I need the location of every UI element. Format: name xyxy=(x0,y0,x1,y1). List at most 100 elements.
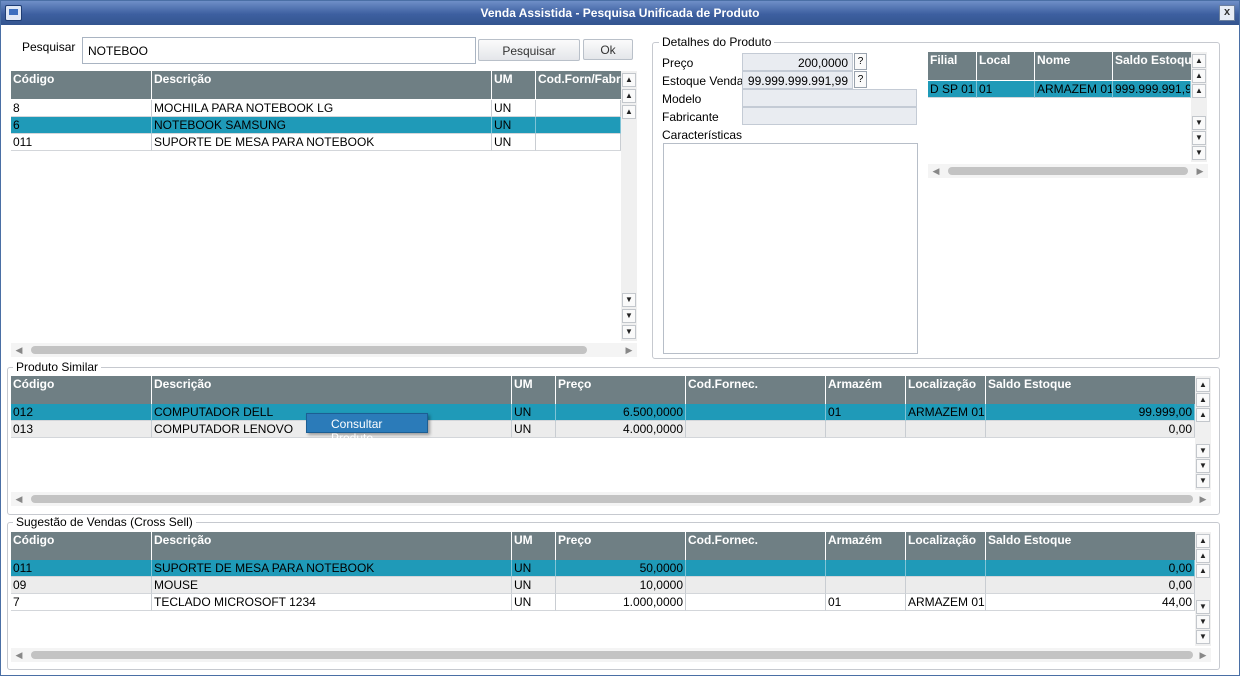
right-arrow-icon[interactable]: ▶ xyxy=(1197,492,1209,506)
col-armazem[interactable]: Armazém xyxy=(826,376,906,404)
cell-descricao: SUPORTE DE MESA PARA NOTEBOOK xyxy=(152,560,512,577)
similar-grid-vscroll[interactable]: ▲ ▲ ▲ ▼ ▼ ▼ xyxy=(1195,376,1211,490)
col-cod-fornec[interactable]: Cod.Fornec. xyxy=(686,532,826,560)
left-arrow-icon[interactable]: ◀ xyxy=(930,164,942,178)
double-down-arrow-icon[interactable]: ▼ xyxy=(1192,146,1206,160)
col-um[interactable]: UM xyxy=(512,532,556,560)
col-local[interactable]: Local xyxy=(977,52,1035,80)
stock-grid-vscroll[interactable]: ▲ ▲ ▲ ▼ ▼ ▼ xyxy=(1191,52,1207,162)
cell-cod-fornec xyxy=(686,421,826,438)
cross-sell-grid-vscroll[interactable]: ▲ ▲ ▲ ▼ ▼ ▼ xyxy=(1195,532,1211,646)
cell-filial: D SP 01 xyxy=(928,81,977,98)
ok-button[interactable]: Ok xyxy=(583,39,633,60)
down-arrow-icon[interactable]: ▼ xyxy=(1196,444,1210,458)
double-up-arrow-icon[interactable]: ▲ xyxy=(622,89,636,103)
down-arrow-icon[interactable]: ▼ xyxy=(622,293,636,307)
cell-localizacao xyxy=(906,560,986,577)
col-saldo[interactable]: Saldo Estoque xyxy=(1113,52,1191,80)
double-up-arrow-icon[interactable]: ▲ xyxy=(1196,549,1210,563)
scroll-thumb[interactable] xyxy=(31,346,587,354)
table-row[interactable]: 09 MOUSE UN 10,0000 0,00 xyxy=(11,577,1195,594)
cell-cod-forn xyxy=(536,117,621,134)
context-menu-consultar-produto[interactable]: Consultar Produto xyxy=(306,413,428,445)
product-grid-hscroll[interactable]: ◀ ▶ xyxy=(11,343,637,357)
double-down-arrow-icon[interactable]: ▼ xyxy=(1196,630,1210,644)
price-help-button[interactable]: ? xyxy=(854,53,867,70)
double-down-arrow-icon[interactable]: ▼ xyxy=(622,325,636,339)
scroll-thumb[interactable] xyxy=(948,167,1188,175)
table-row-selected[interactable]: 011 SUPORTE DE MESA PARA NOTEBOOK UN 50,… xyxy=(11,560,1195,577)
similar-grid-hscroll[interactable]: ◀ ▶ xyxy=(11,492,1211,506)
col-cod-forn[interactable]: Cod.Forn/Fabric xyxy=(536,71,621,99)
double-up-arrow-icon[interactable]: ▲ xyxy=(622,73,636,87)
right-arrow-icon[interactable]: ▶ xyxy=(623,343,635,357)
stock-grid-hscroll[interactable]: ◀ ▶ xyxy=(928,164,1208,178)
table-row-selected[interactable]: 6 NOTEBOOK SAMSUNG UN xyxy=(11,117,621,134)
col-preco[interactable]: Preço xyxy=(556,532,686,560)
stock-grid[interactable]: Filial Local Nome Saldo Estoque D SP 01 … xyxy=(928,52,1191,162)
double-down-arrow-icon[interactable]: ▼ xyxy=(1192,131,1206,145)
table-row[interactable]: 013 COMPUTADOR LENOVO UN 4.000,0000 0,00 xyxy=(11,421,1195,438)
up-arrow-icon[interactable]: ▲ xyxy=(1196,564,1210,578)
right-arrow-icon[interactable]: ▶ xyxy=(1194,164,1206,178)
features-textarea[interactable] xyxy=(663,143,918,354)
up-arrow-icon[interactable]: ▲ xyxy=(1192,84,1206,98)
scroll-thumb[interactable] xyxy=(31,651,1193,659)
double-up-arrow-icon[interactable]: ▲ xyxy=(1192,54,1206,68)
cell-saldo: 999.999.991,99 xyxy=(1113,81,1191,98)
col-nome[interactable]: Nome xyxy=(1035,52,1113,80)
col-um[interactable]: UM xyxy=(512,376,556,404)
up-arrow-icon[interactable]: ▲ xyxy=(622,105,636,119)
col-codigo[interactable]: Código xyxy=(11,376,152,404)
double-up-arrow-icon[interactable]: ▲ xyxy=(1196,393,1210,407)
double-down-arrow-icon[interactable]: ▼ xyxy=(1196,459,1210,473)
table-row[interactable]: 011 SUPORTE DE MESA PARA NOTEBOOK UN xyxy=(11,134,621,151)
table-row[interactable]: 8 MOCHILA PARA NOTEBOOK LG UN xyxy=(11,100,621,117)
double-up-arrow-icon[interactable]: ▲ xyxy=(1196,534,1210,548)
cross-sell-grid-hscroll[interactable]: ◀ ▶ xyxy=(11,648,1211,662)
double-down-arrow-icon[interactable]: ▼ xyxy=(1196,615,1210,629)
col-descricao[interactable]: Descrição xyxy=(152,376,512,404)
down-arrow-icon[interactable]: ▼ xyxy=(1192,116,1206,130)
col-localizacao[interactable]: Localização xyxy=(906,376,986,404)
col-saldo[interactable]: Saldo Estoque xyxy=(986,532,1195,560)
col-localizacao[interactable]: Localização xyxy=(906,532,986,560)
col-codigo[interactable]: Código xyxy=(11,71,152,99)
maker-label: Fabricante xyxy=(662,110,719,124)
close-button[interactable]: x xyxy=(1219,5,1235,21)
right-arrow-icon[interactable]: ▶ xyxy=(1197,648,1209,662)
double-down-arrow-icon[interactable]: ▼ xyxy=(1196,474,1210,488)
cell-descricao: SUPORTE DE MESA PARA NOTEBOOK xyxy=(152,134,492,151)
col-armazem[interactable]: Armazém xyxy=(826,532,906,560)
search-input[interactable]: NOTEBOO xyxy=(82,37,476,64)
left-arrow-icon[interactable]: ◀ xyxy=(13,343,25,357)
table-row[interactable]: 7 TECLADO MICROSOFT 1234 UN 1.000,0000 0… xyxy=(11,594,1195,611)
product-grid-vscroll[interactable]: ▲ ▲ ▲ ▼ ▼ ▼ xyxy=(621,71,637,341)
cell-preco: 50,0000 xyxy=(556,560,686,577)
product-grid[interactable]: Código Descrição UM Cod.Forn/Fabric 8 MO… xyxy=(11,71,621,341)
down-arrow-icon[interactable]: ▼ xyxy=(1196,600,1210,614)
col-codigo[interactable]: Código xyxy=(11,532,152,560)
table-row-selected[interactable]: D SP 01 01 ARMAZEM 01 999.999.991,99 xyxy=(928,81,1191,98)
similar-grid[interactable]: Código Descrição UM Preço Cod.Fornec. Ar… xyxy=(11,376,1195,490)
left-arrow-icon[interactable]: ◀ xyxy=(13,648,25,662)
table-row-selected[interactable]: 012 COMPUTADOR DELL UN 6.500,0000 01 ARM… xyxy=(11,404,1195,421)
col-saldo[interactable]: Saldo Estoque xyxy=(986,376,1195,404)
col-filial[interactable]: Filial xyxy=(928,52,977,80)
col-descricao[interactable]: Descrição xyxy=(152,71,492,99)
cell-armazem: 01 xyxy=(826,404,906,421)
double-up-arrow-icon[interactable]: ▲ xyxy=(1196,378,1210,392)
up-arrow-icon[interactable]: ▲ xyxy=(1196,408,1210,422)
col-preco[interactable]: Preço xyxy=(556,376,686,404)
col-cod-fornec[interactable]: Cod.Fornec. xyxy=(686,376,826,404)
cross-sell-grid[interactable]: Código Descrição UM Preço Cod.Fornec. Ar… xyxy=(11,532,1195,646)
col-um[interactable]: UM xyxy=(492,71,536,99)
double-up-arrow-icon[interactable]: ▲ xyxy=(1192,69,1206,83)
col-descricao[interactable]: Descrição xyxy=(152,532,512,560)
scroll-thumb[interactable] xyxy=(31,495,1193,503)
double-down-arrow-icon[interactable]: ▼ xyxy=(622,309,636,323)
search-button[interactable]: Pesquisar xyxy=(478,39,580,61)
left-arrow-icon[interactable]: ◀ xyxy=(13,492,25,506)
stock-help-button[interactable]: ? xyxy=(854,71,867,88)
maker-field xyxy=(742,107,917,125)
